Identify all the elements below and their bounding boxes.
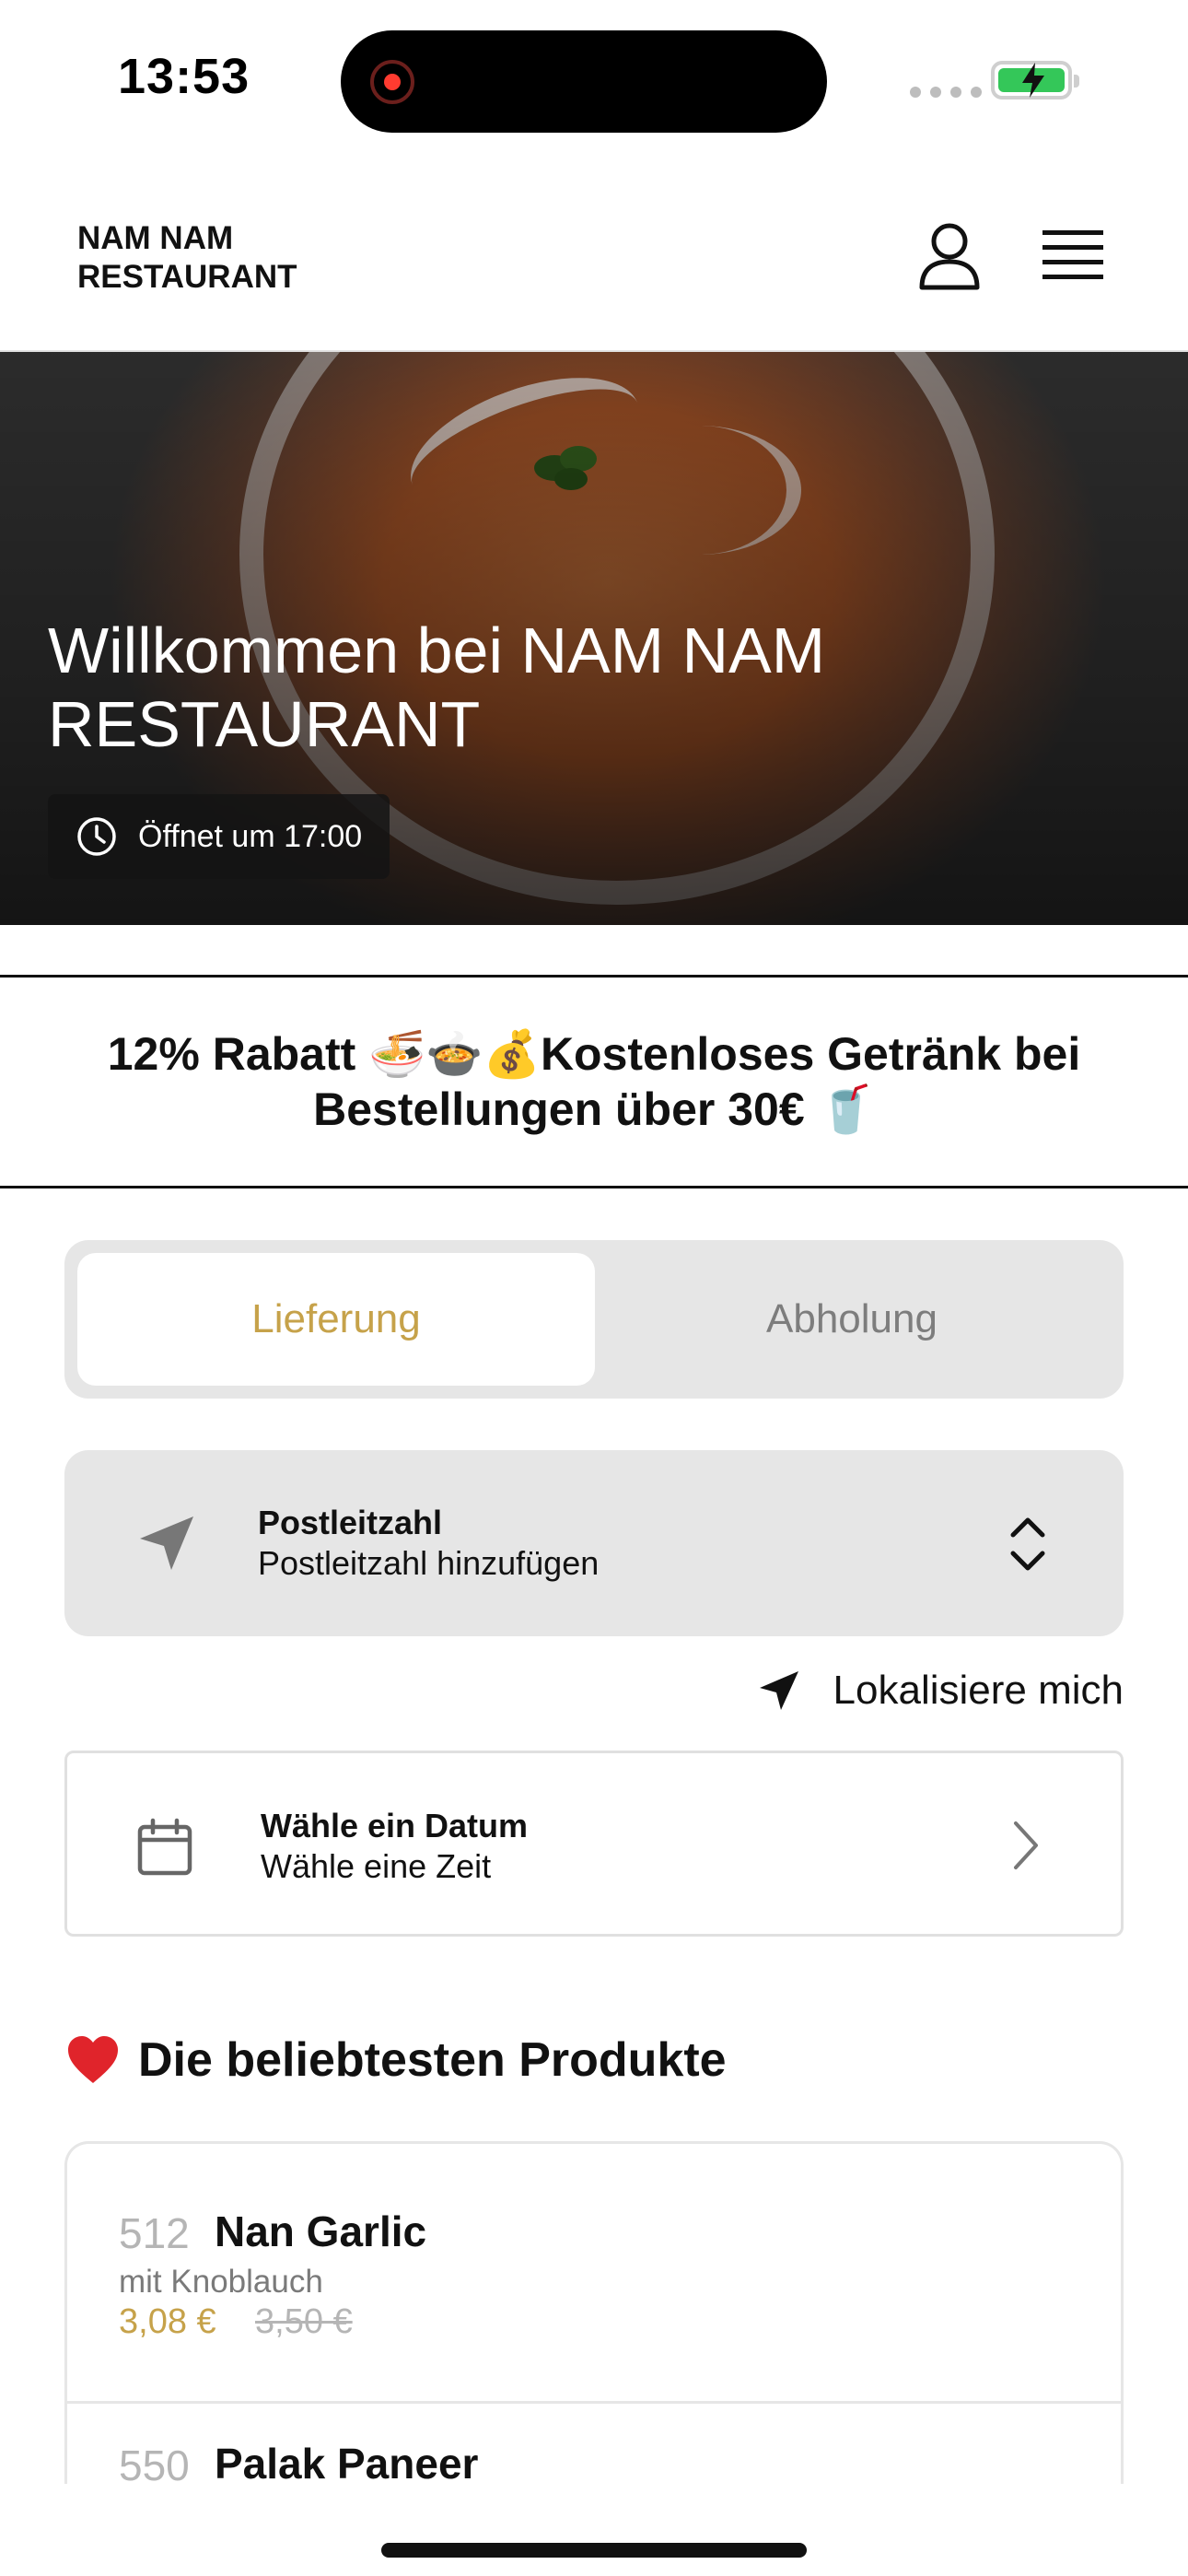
opening-hours-text: Öffnet um 17:00 [138, 818, 363, 854]
hamburger-menu-icon[interactable] [1042, 228, 1103, 280]
chevron-up-down-icon [1010, 1517, 1045, 1571]
postcode-placeholder: Postleitzahl hinzufügen [258, 1544, 600, 1582]
clock-icon [77, 817, 116, 856]
product-name: Nan Garlic [215, 2207, 427, 2255]
postcode-selector[interactable]: Postleitzahl Postleitzahl hinzufügen [64, 1450, 1124, 1636]
product-item[interactable]: 550 Palak Paneer [67, 2404, 1121, 2484]
status-time: 13:53 [118, 49, 250, 104]
opening-hours-badge: Öffnet um 17:00 [48, 794, 390, 879]
product-list: 512 Nan Garlic mit Knoblauch 3,08 € 3,50… [64, 2141, 1124, 2484]
app-header: NAM NAM RESTAURANT [0, 157, 1188, 352]
product-name: Palak Paneer [215, 2440, 479, 2484]
product-item[interactable]: 512 Nan Garlic mit Knoblauch 3,08 € 3,50… [67, 2144, 1121, 2404]
location-arrow-icon [759, 1671, 798, 1710]
dynamic-island [341, 30, 827, 133]
popular-products-title: Die beliebtesten Produkte [138, 2033, 727, 2087]
promo-banner: 12% Rabatt 🍜🍲💰Kostenloses Getränk bei Be… [0, 975, 1188, 1188]
date-picker-title: Wähle ein Datum [261, 1807, 529, 1844]
product-price: 3,08 € [119, 2302, 216, 2341]
battery-icon [991, 61, 1079, 100]
date-time-picker[interactable]: Wähle ein Datum Wähle eine Zeit [64, 1751, 1124, 1937]
date-picker-subtitle: Wähle eine Zeit [261, 1847, 492, 1885]
user-icon[interactable] [917, 221, 982, 291]
heart-icon [68, 2036, 118, 2083]
delivery-mode-toggle: Lieferung Abholung [64, 1240, 1124, 1399]
postcode-label: Postleitzahl [258, 1504, 443, 1541]
brand-logo-text[interactable]: NAM NAM RESTAURANT [77, 219, 446, 297]
status-bar: 13:53 [0, 0, 1188, 157]
hero-banner: Willkommen bei NAM NAM RESTAURANT Öffnet… [0, 352, 1188, 925]
locate-me-label: Lokalisiere mich [833, 1668, 1124, 1713]
toggle-pickup[interactable]: Abholung [593, 1253, 1111, 1386]
product-number: 512 [119, 2209, 190, 2257]
signal-icon [910, 87, 982, 98]
hero-title: Willkommen bei NAM NAM RESTAURANT [48, 615, 825, 760]
calendar-icon [137, 1818, 192, 1876]
product-description: mit Knoblauch [119, 2264, 323, 2300]
promo-text: 12% Rabatt 🍜🍲💰Kostenloses Getränk bei Be… [107, 1028, 1081, 1135]
navigation-arrow-icon [140, 1516, 193, 1570]
chevron-right-icon [1014, 1821, 1038, 1869]
locate-me-button[interactable]: Lokalisiere mich [756, 1668, 1124, 1714]
popular-products-heading: Die beliebtesten Produkte [66, 2032, 727, 2088]
home-indicator[interactable] [381, 2543, 807, 2558]
product-number: 550 [119, 2441, 190, 2484]
screen-recording-icon [370, 60, 414, 104]
product-old-price: 3,50 € [255, 2302, 353, 2341]
toggle-delivery[interactable]: Lieferung [77, 1253, 595, 1386]
